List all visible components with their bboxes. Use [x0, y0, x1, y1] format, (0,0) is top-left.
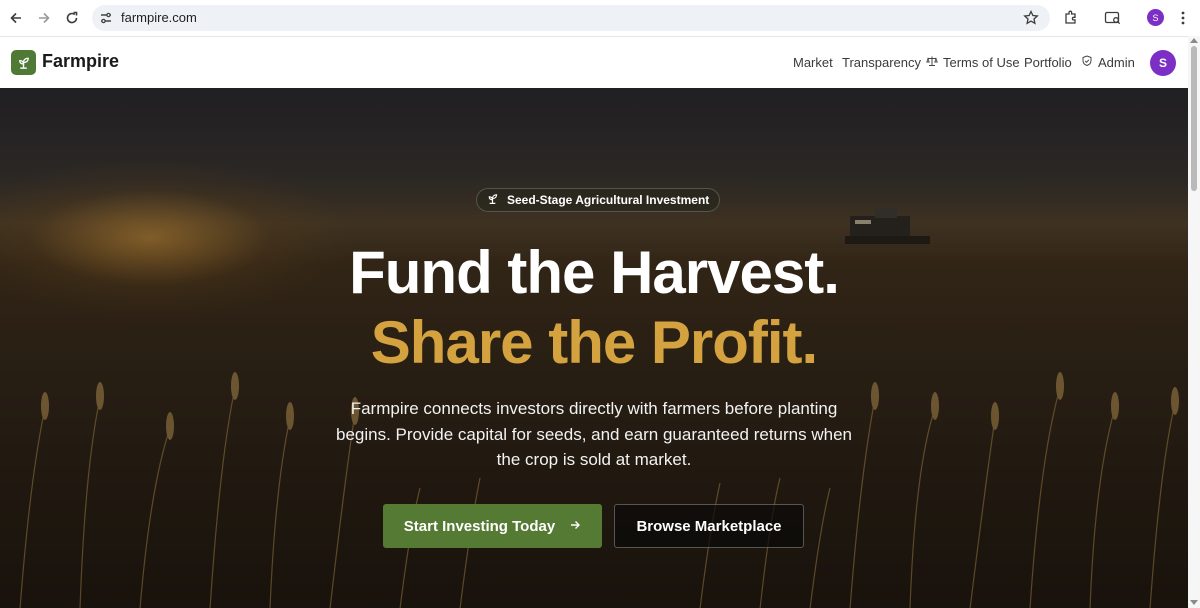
arrow-right-icon	[569, 518, 581, 535]
scale-icon	[926, 55, 938, 70]
nav-transparency[interactable]: Transparency	[842, 55, 921, 70]
back-icon[interactable]	[6, 8, 26, 28]
page-viewport: Farmpire Market Transparency Terms of Us…	[0, 36, 1188, 608]
hero-badge: Seed-Stage Agricultural Investment	[476, 188, 721, 212]
browser-profile-avatar[interactable]: S	[1147, 9, 1164, 26]
brand-name[interactable]: Farmpire	[42, 51, 119, 72]
nav-terms-of-use[interactable]: Terms of Use	[926, 55, 1020, 70]
hero-headline-accent: Share the Profit.	[370, 309, 818, 376]
nav-portfolio[interactable]: Portfolio	[1024, 55, 1072, 70]
browse-marketplace-label: Browse Marketplace	[636, 517, 782, 535]
extensions-icon[interactable]	[1061, 8, 1081, 28]
sprout-icon	[486, 192, 499, 208]
url-text[interactable]: farmpire.com	[121, 10, 197, 25]
site-settings-icon[interactable]	[98, 10, 114, 26]
scroll-down-arrow[interactable]	[1190, 600, 1198, 605]
hero-badge-label: Seed-Stage Agricultural Investment	[507, 193, 710, 207]
user-avatar[interactable]: S	[1150, 50, 1176, 76]
start-investing-label: Start Investing Today	[403, 517, 556, 535]
nav-admin[interactable]: Admin	[1081, 55, 1135, 70]
nav-portfolio-label: Portfolio	[1024, 55, 1072, 70]
browse-marketplace-button[interactable]: Browse Marketplace	[614, 504, 804, 548]
nav-terms-label: Terms of Use	[943, 55, 1020, 70]
browser-toolbar: farmpire.com S	[0, 0, 1200, 36]
nav-market[interactable]: Market	[793, 55, 833, 70]
sprout-logo-icon[interactable]	[11, 50, 36, 75]
tab-search-icon[interactable]	[1103, 8, 1123, 28]
hero-section: Seed-Stage Agricultural Investment Fund …	[0, 88, 1188, 608]
nav-market-label: Market	[793, 55, 833, 70]
nav-transparency-label: Transparency	[842, 55, 921, 70]
scrollbar-thumb[interactable]	[1191, 46, 1197, 191]
bookmark-star-icon[interactable]	[1022, 9, 1040, 27]
address-bar[interactable]: farmpire.com	[92, 5, 1050, 31]
start-investing-button[interactable]: Start Investing Today	[383, 504, 602, 548]
reload-icon[interactable]	[62, 8, 82, 28]
browser-menu-icon[interactable]	[1173, 8, 1193, 28]
shield-icon	[1081, 55, 1093, 70]
scroll-up-arrow[interactable]	[1190, 38, 1198, 43]
site-header: Farmpire Market Transparency Terms of Us…	[0, 37, 1188, 88]
forward-icon[interactable]	[34, 8, 54, 28]
hero-description: Farmpire connects investors directly wit…	[336, 399, 852, 469]
hero-headline-primary: Fund the Harvest.	[349, 239, 840, 306]
nav-admin-label: Admin	[1098, 55, 1135, 70]
page-scrollbar[interactable]	[1188, 36, 1200, 608]
